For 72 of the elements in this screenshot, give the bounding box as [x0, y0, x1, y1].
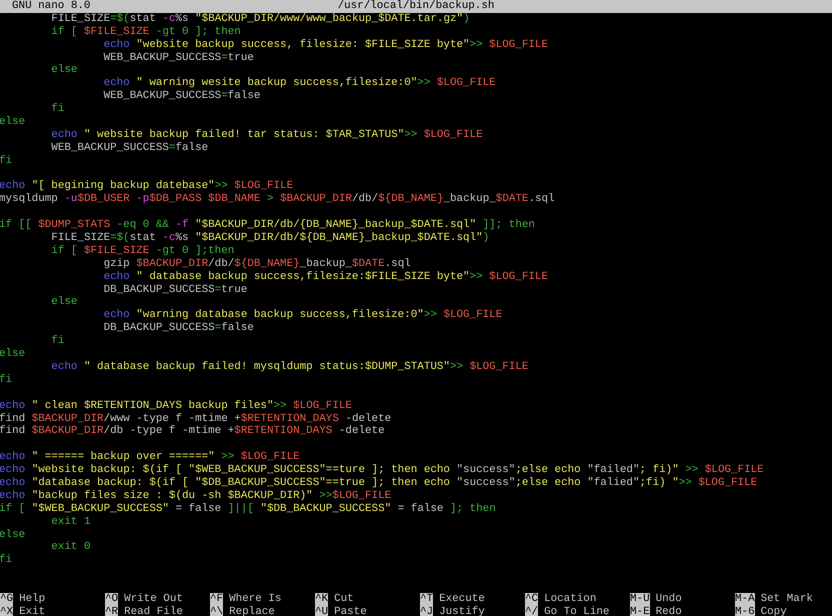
shortcut-label: Location	[544, 592, 596, 606]
code-line: echo " ====== backup over ======" >> $LOG_FILE	[0, 451, 301, 464]
code-line: echo " database backup failed! mysqldump status:$DUMP_STATUS">> $LOG_FILE	[50, 360, 530, 374]
shortcut-key: M-A	[735, 592, 755, 606]
code-line: fi	[50, 103, 66, 116]
code-line: find $BACKUP_DIR/db -type f -mtime +$RETENTION_DAYS -delete	[0, 425, 386, 438]
shortcut-key: M-E	[630, 606, 650, 616]
code-line: echo "backup files size : $(du -sh $BACKUP_DIR)" >>$LOG_FILE	[0, 490, 392, 503]
code-line: exit 0	[50, 541, 92, 554]
shortcut-label: Help	[19, 592, 46, 606]
shortcut-label: Exit	[19, 606, 46, 616]
app-version: GNU nano 8.0	[12, 0, 92, 13]
code-line: if [ $FILE_SIZE -gt 0 ]; then	[50, 26, 242, 39]
code-line: else	[0, 348, 26, 361]
shortcut-label: Redo	[656, 606, 682, 616]
shortcut-key: ^U	[315, 606, 328, 616]
code-line: if [[ $DUMP_STATS -eq 0 && -f "$BACKUP_DIR/db/{DB_NAME}_backup_$DATE.sql" ]]; then	[0, 219, 536, 232]
code-line: FILE_SIZE=$(stat -c%s "$BACKUP_DIR/db/${DB_NAME}_backup_$DATE.sql")	[50, 232, 490, 245]
shortcut-key: ^O	[105, 592, 118, 606]
code-line: find $BACKUP_DIR/www -type f -mtime +$RETENTION_DAYS -delete	[0, 412, 392, 425]
shortcut-key: ^J	[420, 606, 434, 616]
shortcut-key: ^R	[105, 606, 118, 616]
shortcut-label: Cut	[334, 592, 354, 606]
code-line: echo "warning database backup success,filesize:0">> $LOG_FILE	[102, 309, 504, 322]
code-line: echo "website backup success, filesize: $FILE_SIZE byte">> $LOG_FILE	[102, 38, 549, 52]
code-line: if [ "$WEB_BACKUP_SUCCESS" = false ]||[ "$DB_BACKUP_SUCCESS" = false ]; then	[0, 502, 497, 516]
code-line: echo "website backup: $(if [ "$WEB_BACKUP_SUCCESS"==ture ]; then echo "success";else echo "failed"; fi)" >> $LOG_FILE	[0, 464, 765, 477]
code-line: WEB_BACKUP_SUCCESS=false	[50, 142, 210, 155]
code-line: fi	[0, 554, 14, 568]
shortcut-key: ^F	[210, 592, 224, 606]
shortcut-key: M-6	[735, 606, 755, 616]
code-line: echo " website backup failed! tar status: $TAR_STATUS">> $LOG_FILE	[50, 128, 484, 142]
shortcut-label: Replace	[229, 606, 275, 616]
code-line: echo "[ begining backup datebase">> $LOG_FILE	[0, 180, 294, 193]
shortcut-key: ^\	[210, 606, 224, 616]
code-line: DB_BACKUP_SUCCESS=false	[102, 322, 255, 336]
shortcut-label: Justify	[439, 606, 485, 616]
code-line: else	[0, 528, 26, 542]
shortcut-label: Write Out	[124, 592, 183, 606]
file-path: /usr/local/bin/backup.sh	[338, 0, 494, 13]
code-line: if [ $FILE_SIZE -gt 0 ];then	[50, 244, 236, 258]
shortcut-key: M-U	[630, 592, 650, 606]
code-line: gzip $BACKUP_DIR/db/${DB_NAME}_backup_$DATE.sql	[102, 258, 412, 271]
code-line: WEB_BACKUP_SUCCESS=false	[102, 90, 262, 104]
code-line: echo " warning wesite backup success,filesize:0">> $LOG_FILE	[102, 77, 497, 90]
shortcut-label: Paste	[334, 606, 367, 616]
code-line: WEB_BACKUP_SUCCESS=true	[102, 52, 255, 64]
code-line: exit 1	[50, 516, 92, 529]
code-line: else	[50, 296, 78, 310]
code-line: DB_BACKUP_SUCCESS=true	[102, 284, 248, 296]
code-line: fi	[0, 154, 14, 168]
shortcut-label: Copy	[760, 606, 787, 616]
shortcut-label: Undo	[656, 592, 682, 606]
shortcut-key: ^G	[0, 592, 14, 606]
shortcut-key: ^X	[0, 606, 14, 616]
shortcut-key: ^/	[525, 606, 538, 616]
code-line: else	[50, 64, 78, 78]
shortcut-label: Execute	[439, 592, 485, 606]
shortcut-key: ^T	[420, 592, 434, 606]
shortcut-key: ^K	[315, 592, 328, 606]
code-line: else	[0, 116, 26, 129]
code-line: fi	[50, 335, 66, 348]
code-line: fi	[0, 374, 14, 387]
shortcut-label: Set Mark	[760, 592, 813, 606]
shortcut-label: Where Is	[229, 592, 282, 606]
code-line: FILE_SIZE=$(stat -c%s "$BACKUP_DIR/www/www_backup_$DATE.tar.gz")	[50, 12, 471, 26]
shortcut-key: ^C	[525, 592, 538, 606]
code-line: echo " clean $RETENTION_DAYS backup files">> $LOG_FILE	[0, 400, 353, 412]
code-line: echo " database backup success,filesize:$FILE_SIZE byte">> $LOG_FILE	[102, 270, 549, 284]
shortcut-label: Go To Line	[544, 606, 610, 616]
code-line: echo "database backup: $(if [ "$DB_BACKUP_SUCCESS"==true ]; then echo "success";else echo "falied";fi) ">> $LOG_FILE	[0, 476, 758, 490]
shortcut-label: Read File	[124, 606, 183, 616]
